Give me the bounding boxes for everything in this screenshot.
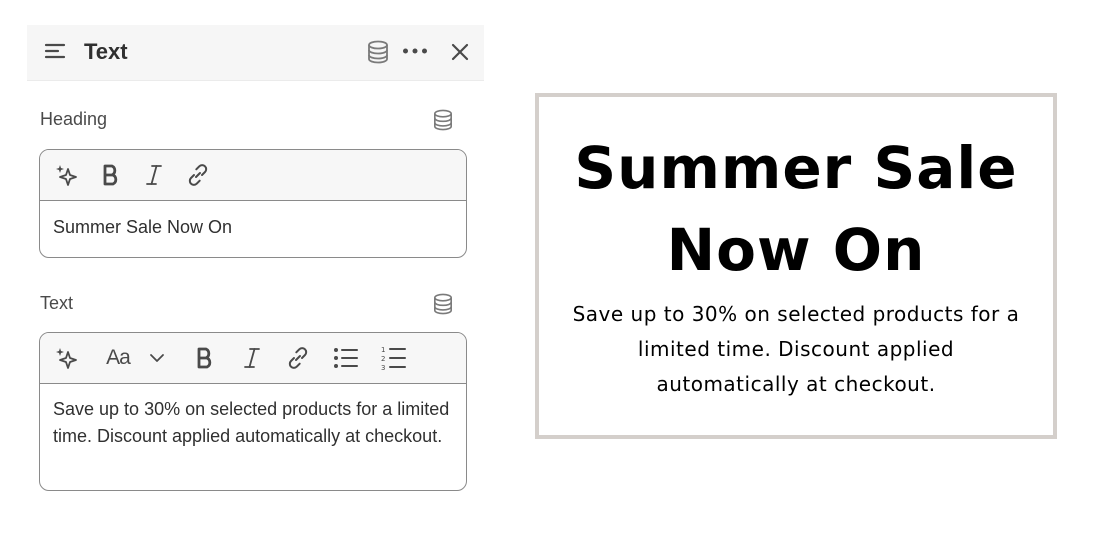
sparkle-icon[interactable] bbox=[50, 150, 84, 200]
svg-text:2: 2 bbox=[381, 355, 385, 363]
settings-panel: Text Heading Summer Sale Now On Text Aa … bbox=[27, 25, 484, 515]
text-input[interactable]: Save up to 30% on selected products for … bbox=[53, 396, 453, 450]
italic-icon[interactable] bbox=[238, 333, 266, 383]
heading-input[interactable]: Summer Sale Now On bbox=[53, 214, 453, 241]
text-editor: Aa 1 2 3 Save up to 30% on selected prod… bbox=[39, 332, 467, 491]
heading-editor: Summer Sale Now On bbox=[39, 149, 467, 258]
preview-heading: Summer Sale Now On bbox=[574, 134, 1018, 284]
chevron-down-icon[interactable] bbox=[144, 333, 170, 383]
text-align-icon bbox=[44, 43, 66, 59]
italic-icon[interactable] bbox=[140, 150, 168, 200]
preview-text: Save up to 30% on selected products for … bbox=[572, 302, 1020, 396]
close-icon[interactable] bbox=[450, 42, 470, 62]
database-icon[interactable] bbox=[433, 109, 453, 131]
link-icon[interactable] bbox=[282, 333, 314, 383]
font-size-button[interactable]: Aa bbox=[100, 333, 136, 383]
panel-header: Text bbox=[27, 25, 484, 81]
heading-toolbar bbox=[40, 150, 466, 201]
bold-icon[interactable] bbox=[190, 333, 220, 383]
more-icon[interactable] bbox=[402, 47, 428, 55]
svg-text:1: 1 bbox=[381, 346, 385, 354]
bullet-list-icon[interactable] bbox=[330, 333, 362, 383]
heading-label: Heading bbox=[40, 109, 108, 129]
panel-title: Text bbox=[84, 39, 128, 64]
sparkle-icon[interactable] bbox=[50, 333, 84, 383]
svg-text:3: 3 bbox=[381, 364, 385, 371]
database-icon[interactable] bbox=[433, 293, 453, 315]
text-label: Text bbox=[40, 293, 74, 313]
link-icon[interactable] bbox=[182, 150, 214, 200]
numbered-list-icon[interactable]: 123 bbox=[378, 333, 410, 383]
bold-icon[interactable] bbox=[96, 150, 126, 200]
preview-card: Summer Sale Now On Save up to 30% on sel… bbox=[535, 93, 1057, 439]
database-icon[interactable] bbox=[367, 40, 389, 64]
text-toolbar: Aa 1 2 3 bbox=[40, 333, 466, 384]
